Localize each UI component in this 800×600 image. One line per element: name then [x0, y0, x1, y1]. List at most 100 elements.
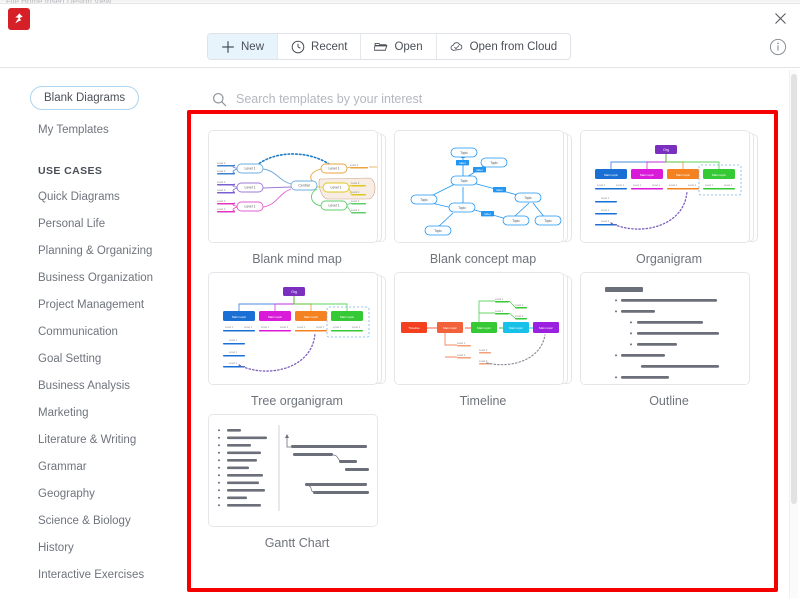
svg-text:Level 1: Level 1: [333, 326, 342, 329]
svg-text:Main topic: Main topic: [539, 326, 553, 330]
search-icon: [212, 92, 227, 107]
template-card-tree-organigram[interactable]: Org Main topic Main topic Main topic Main to…: [208, 272, 386, 408]
svg-text:Level 1: Level 1: [495, 297, 504, 301]
toolbar-item-open[interactable]: Open: [361, 34, 437, 59]
sidebar-item-business-analysis[interactable]: Business Analysis: [38, 372, 190, 399]
svg-text:Main topic: Main topic: [676, 173, 691, 177]
svg-text:Level 1: Level 1: [280, 326, 289, 329]
svg-text:Main topic: Main topic: [640, 173, 655, 177]
sidebar: Blank Diagrams My Templates USE CASES Qu…: [0, 68, 190, 600]
svg-text:Level 2: Level 2: [217, 207, 226, 211]
toolbar-item-new[interactable]: New: [208, 34, 279, 59]
content-area: CentralLevel 1Level 1Level 1Level 2Level…: [190, 68, 800, 600]
sidebar-item-quick-diagrams[interactable]: Quick Diagrams: [38, 183, 190, 210]
sidebar-item-label: Grammar: [38, 460, 87, 473]
svg-text:Level 1: Level 1: [297, 326, 306, 329]
sidebar-item-business-organization[interactable]: Business Organization: [38, 264, 190, 291]
svg-text:Level 2: Level 2: [515, 314, 524, 318]
sidebar-item-project-management[interactable]: Project Management: [38, 291, 190, 318]
toolbar-item-recent[interactable]: Recent: [278, 34, 362, 59]
template-preview-organigram: Org Main topic Main topic Main topic Main to…: [208, 272, 378, 385]
svg-text:Level 1: Level 1: [457, 353, 466, 357]
sidebar-item-planning-organizing[interactable]: Planning & Organizing: [38, 237, 190, 264]
sidebar-item-history[interactable]: History: [38, 534, 190, 561]
sidebar-item-label: Interactive Exercises: [38, 568, 145, 581]
sidebar-item-goal-setting[interactable]: Goal Setting: [38, 345, 190, 372]
svg-text:Level 1: Level 1: [669, 184, 678, 187]
template-card-timeline[interactable]: Level 1 Level 1 Level 2 Level 2 Level 1 Level…: [394, 272, 572, 408]
search-input[interactable]: [236, 92, 736, 106]
svg-text:Main topic: Main topic: [304, 315, 319, 319]
template-card-label: Outline: [649, 394, 689, 408]
sidebar-heading-label: USE CASES: [38, 165, 103, 177]
sidebar-item-label: Goal Setting: [38, 352, 102, 365]
plus-icon: [221, 40, 235, 54]
vertical-scrollbar-thumb[interactable]: [791, 74, 797, 504]
template-card-blank-concept-map[interactable]: label label label label Topic Topic Topic Topic…: [394, 130, 572, 266]
svg-text:Main topic: Main topic: [232, 315, 247, 319]
template-card-organigram[interactable]: Org Main topic Main topic Main topic Main to…: [580, 130, 758, 266]
svg-text:Level 1: Level 1: [245, 167, 256, 171]
svg-text:Level 1: Level 1: [495, 309, 504, 313]
template-preview-gantt: [208, 414, 378, 527]
sidebar-item-personal-life[interactable]: Personal Life: [38, 210, 190, 237]
template-card-blank-mind-map[interactable]: Central Level 1 Level 1 Level 1 Level 2 Level…: [208, 130, 386, 266]
svg-text:Topic: Topic: [434, 229, 442, 233]
toolbar-item-open-from-cloud[interactable]: Open from Cloud: [437, 34, 571, 59]
toolbar-label-open-from-cloud: Open from Cloud: [469, 40, 558, 53]
sidebar-item-literature-writing[interactable]: Literature & Writing: [38, 426, 190, 453]
svg-text:label: label: [496, 188, 502, 192]
svg-text:Level 2: Level 2: [351, 190, 360, 194]
sidebar-item-label: Communication: [38, 325, 118, 338]
sidebar-item-blank-diagrams[interactable]: Blank Diagrams: [30, 86, 140, 110]
template-card-outline[interactable]: Outline: [580, 272, 758, 408]
sidebar-item-label: Business Analysis: [38, 379, 131, 392]
svg-text:Level 2: Level 2: [351, 199, 360, 203]
template-grid: Central Level 1 Level 1 Level 1 Level 2 Level…: [208, 130, 782, 550]
svg-text:Level 1: Level 1: [225, 326, 234, 329]
sidebar-item-interactive-exercises[interactable]: Interactive Exercises: [38, 561, 190, 588]
svg-text:Level 1: Level 1: [331, 186, 342, 190]
svg-text:Central: Central: [298, 184, 310, 188]
template-card-label: Gantt Chart: [264, 536, 330, 550]
svg-text:Level 1: Level 1: [229, 362, 238, 365]
svg-text:Level 1: Level 1: [652, 184, 661, 187]
template-thumbnail-wrap: Central Level 1 Level 1 Level 1 Level 2 Level…: [208, 130, 386, 245]
sidebar-item-science-biology[interactable]: Science & Biology: [38, 507, 190, 534]
sidebar-item-grammar[interactable]: Grammar: [38, 453, 190, 480]
template-thumbnail-wrap: [208, 414, 386, 529]
search-bar[interactable]: [212, 86, 772, 112]
template-card-gantt-chart[interactable]: Gantt Chart: [208, 414, 386, 550]
svg-text:Main topic: Main topic: [443, 326, 457, 330]
svg-text:Level 2: Level 2: [217, 188, 226, 192]
svg-text:Level 1: Level 1: [457, 341, 466, 345]
info-button[interactable]: [768, 37, 788, 57]
svg-text:Level 1: Level 1: [245, 205, 256, 209]
svg-text:Level 2: Level 2: [351, 181, 360, 185]
svg-text:Level 1: Level 1: [229, 351, 238, 354]
svg-text:Level 2: Level 2: [351, 208, 360, 212]
svg-text:Level 2: Level 2: [515, 303, 524, 307]
template-card-label: Blank mind map: [252, 252, 342, 266]
template-thumbnail-wrap: Org Main topic Main topic Main topic Main to…: [580, 130, 758, 245]
sidebar-item-my-templates[interactable]: My Templates: [38, 116, 190, 143]
svg-text:Main topic: Main topic: [477, 326, 491, 330]
svg-text:label: label: [484, 212, 490, 216]
sidebar-item-communication[interactable]: Communication: [38, 318, 190, 345]
cloud-check-icon: [450, 40, 464, 54]
template-preview-outline: [580, 272, 750, 385]
svg-text:Level 1: Level 1: [261, 326, 270, 329]
svg-text:Level 1: Level 1: [245, 186, 256, 190]
svg-text:Level 1: Level 1: [229, 339, 238, 342]
template-thumbnail-wrap: Level 1 Level 1 Level 2 Level 2 Level 1 Level…: [394, 272, 572, 387]
svg-text:Level 1: Level 1: [329, 167, 340, 171]
app-header: New Recent Open Open from Cloud: [0, 4, 800, 68]
svg-text:Topic: Topic: [512, 219, 520, 223]
sidebar-item-geography[interactable]: Geography: [38, 480, 190, 507]
svg-text:Level 2: Level 2: [479, 348, 488, 352]
svg-text:Level 1: Level 1: [724, 184, 733, 187]
sidebar-item-marketing[interactable]: Marketing: [38, 399, 190, 426]
close-window-button[interactable]: [770, 8, 790, 28]
app-logo: [8, 8, 30, 30]
svg-text:Level 1: Level 1: [316, 326, 325, 329]
